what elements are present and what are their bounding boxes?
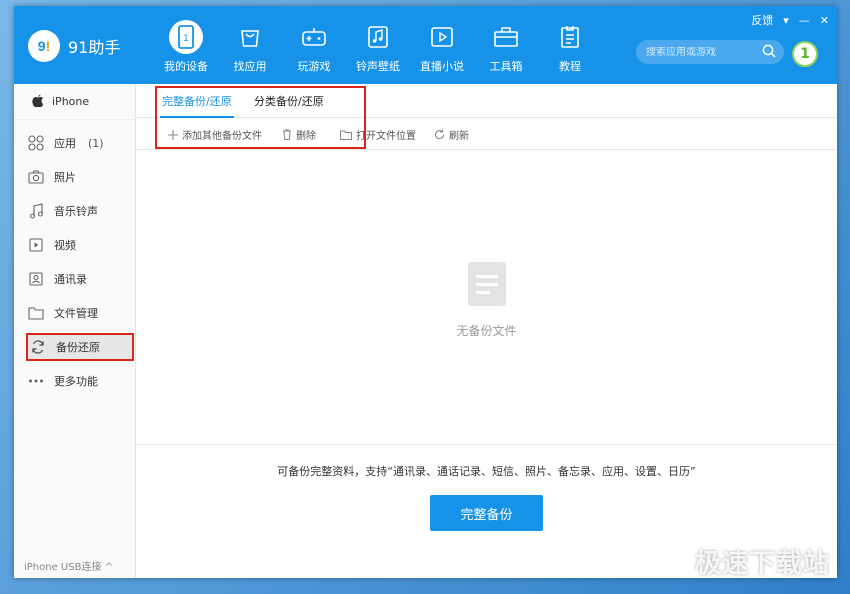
search-icon[interactable] [762, 44, 776, 61]
play-icon [425, 20, 459, 54]
notification-badge[interactable]: 1 [792, 41, 818, 67]
nav-ringtones[interactable]: 铃声壁纸 [346, 20, 410, 74]
nav-toolbox[interactable]: 工具箱 [474, 20, 538, 74]
sidebar-item-label: 应用 [54, 137, 76, 150]
device-name: iPhone [52, 95, 90, 108]
nav-live-novel[interactable]: 直播小说 [410, 20, 474, 74]
sidebar-item-apps[interactable]: 应用 (1) [14, 126, 135, 160]
apps-icon [28, 135, 44, 151]
search-box [636, 40, 784, 64]
menu-button[interactable]: ▾ [783, 14, 789, 27]
plus-icon [168, 129, 178, 140]
refresh-icon [434, 129, 445, 140]
tab-full-backup[interactable]: 完整备份/还原 [160, 93, 234, 118]
top-nav: 1 我的设备 找应用 玩游戏 铃声壁纸 直播小说 工具箱 教程 [154, 20, 602, 74]
sidebar-item-label: 更多功能 [54, 375, 98, 388]
nav-games[interactable]: 玩游戏 [282, 20, 346, 74]
open-location-label: 打开文件位置 [356, 131, 416, 142]
search-input[interactable] [646, 46, 762, 58]
toolbar: 添加其他备份文件 删除 打开文件位置 刷新 [136, 118, 837, 150]
gamepad-icon [297, 20, 331, 54]
add-backup-button[interactable]: 添加其他备份文件 [168, 127, 262, 142]
app-logo: 9! 91助手 [28, 30, 120, 62]
connection-status[interactable]: iPhone USB连接 ^ [14, 552, 136, 578]
nav-label: 铃声壁纸 [356, 60, 400, 73]
sidebar-item-label: 文件管理 [54, 307, 98, 320]
device-selector[interactable]: iPhone [14, 84, 135, 120]
feedback-button[interactable]: 反馈 [751, 12, 773, 28]
contacts-icon [28, 271, 44, 287]
sidebar-item-label: 照片 [54, 171, 76, 184]
toolbox-icon [489, 20, 523, 54]
watermark: 极速下载站 [694, 549, 830, 579]
camera-icon [28, 169, 44, 185]
bag-icon [233, 20, 267, 54]
nav-label: 玩游戏 [297, 60, 331, 73]
sidebar-item-label: 通讯录 [54, 273, 87, 286]
sidebar-item-label: 备份还原 [56, 341, 100, 354]
delete-button[interactable]: 删除 [282, 127, 316, 142]
close-button[interactable]: ✕ [820, 14, 829, 27]
full-backup-button[interactable]: 完整备份 [430, 495, 543, 531]
empty-state: 无备份文件 [136, 150, 837, 444]
tutorial-icon [553, 20, 587, 54]
empty-message: 无备份文件 [456, 324, 517, 338]
logo-digit: 9 [37, 38, 46, 54]
sidebar-item-label: 音乐铃声 [54, 205, 98, 218]
add-backup-label: 添加其他备份文件 [182, 131, 262, 142]
sidebar-item-label: 视频 [54, 239, 76, 252]
title-bar: 9! 91助手 1 我的设备 找应用 玩游戏 铃声壁纸 直播小说 工具箱 教程 … [14, 6, 837, 84]
sidebar-item-files[interactable]: 文件管理 [14, 296, 135, 330]
nav-label: 教程 [559, 60, 581, 73]
backup-description: 可备份完整资料，支持“通讯录、通话记录、短信、照片、备忘录、应用、设置、日历” [277, 465, 696, 478]
sidebar-menu: 应用 (1) 照片 音乐铃声 视频 通讯录 文件管理 备份还原 更多功能 [14, 120, 135, 398]
sidebar-item-photos[interactable]: 照片 [14, 160, 135, 194]
app-window: 9! 91助手 1 我的设备 找应用 玩游戏 铃声壁纸 直播小说 工具箱 教程 … [14, 6, 837, 578]
open-location-button[interactable]: 打开文件位置 [340, 127, 416, 142]
tab-category-backup[interactable]: 分类备份/还原 [254, 93, 324, 109]
more-icon [28, 373, 44, 389]
logo-mark: ! [45, 38, 51, 54]
nav-label: 找应用 [233, 60, 267, 73]
folder-open-icon [340, 130, 352, 140]
window-controls: 反馈 ▾ — ✕ [751, 12, 829, 28]
minimize-button[interactable]: — [799, 14, 810, 27]
sidebar-item-music[interactable]: 音乐铃声 [14, 194, 135, 228]
music-note-icon [28, 203, 44, 219]
trash-icon [282, 129, 292, 140]
device-icon: 1 [169, 20, 203, 54]
music-icon [361, 20, 395, 54]
tab-bar: 完整备份/还原 分类备份/还原 [136, 84, 837, 118]
delete-label: 删除 [296, 131, 316, 142]
nav-tutorial[interactable]: 教程 [538, 20, 602, 74]
refresh-label: 刷新 [449, 131, 469, 142]
logo-icon: 9! [28, 30, 60, 62]
svg-text:1: 1 [183, 34, 189, 44]
sidebar-item-contacts[interactable]: 通讯录 [14, 262, 135, 296]
apple-icon [32, 93, 44, 110]
sidebar-item-video[interactable]: 视频 [14, 228, 135, 262]
app-name: 91助手 [68, 38, 121, 57]
refresh-button[interactable]: 刷新 [434, 127, 469, 142]
nav-label: 我的设备 [164, 60, 208, 73]
folder-icon [28, 305, 44, 321]
nav-find-apps[interactable]: 找应用 [218, 20, 282, 74]
nav-label: 工具箱 [489, 60, 523, 73]
apps-count: (1) [88, 136, 104, 150]
video-icon [28, 237, 44, 253]
document-icon [468, 262, 506, 306]
nav-my-device[interactable]: 1 我的设备 [154, 20, 218, 74]
sidebar-item-more[interactable]: 更多功能 [14, 364, 135, 398]
nav-label: 直播小说 [420, 60, 464, 73]
sync-icon [30, 339, 46, 355]
sidebar-item-backup[interactable]: 备份还原 [26, 333, 134, 361]
main-panel: 完整备份/还原 分类备份/还原 添加其他备份文件 删除 打开文件位置 刷新 无备… [136, 84, 837, 578]
sidebar: iPhone 应用 (1) 照片 音乐铃声 视频 通讯录 文件管理 备份还原 更… [14, 84, 136, 578]
